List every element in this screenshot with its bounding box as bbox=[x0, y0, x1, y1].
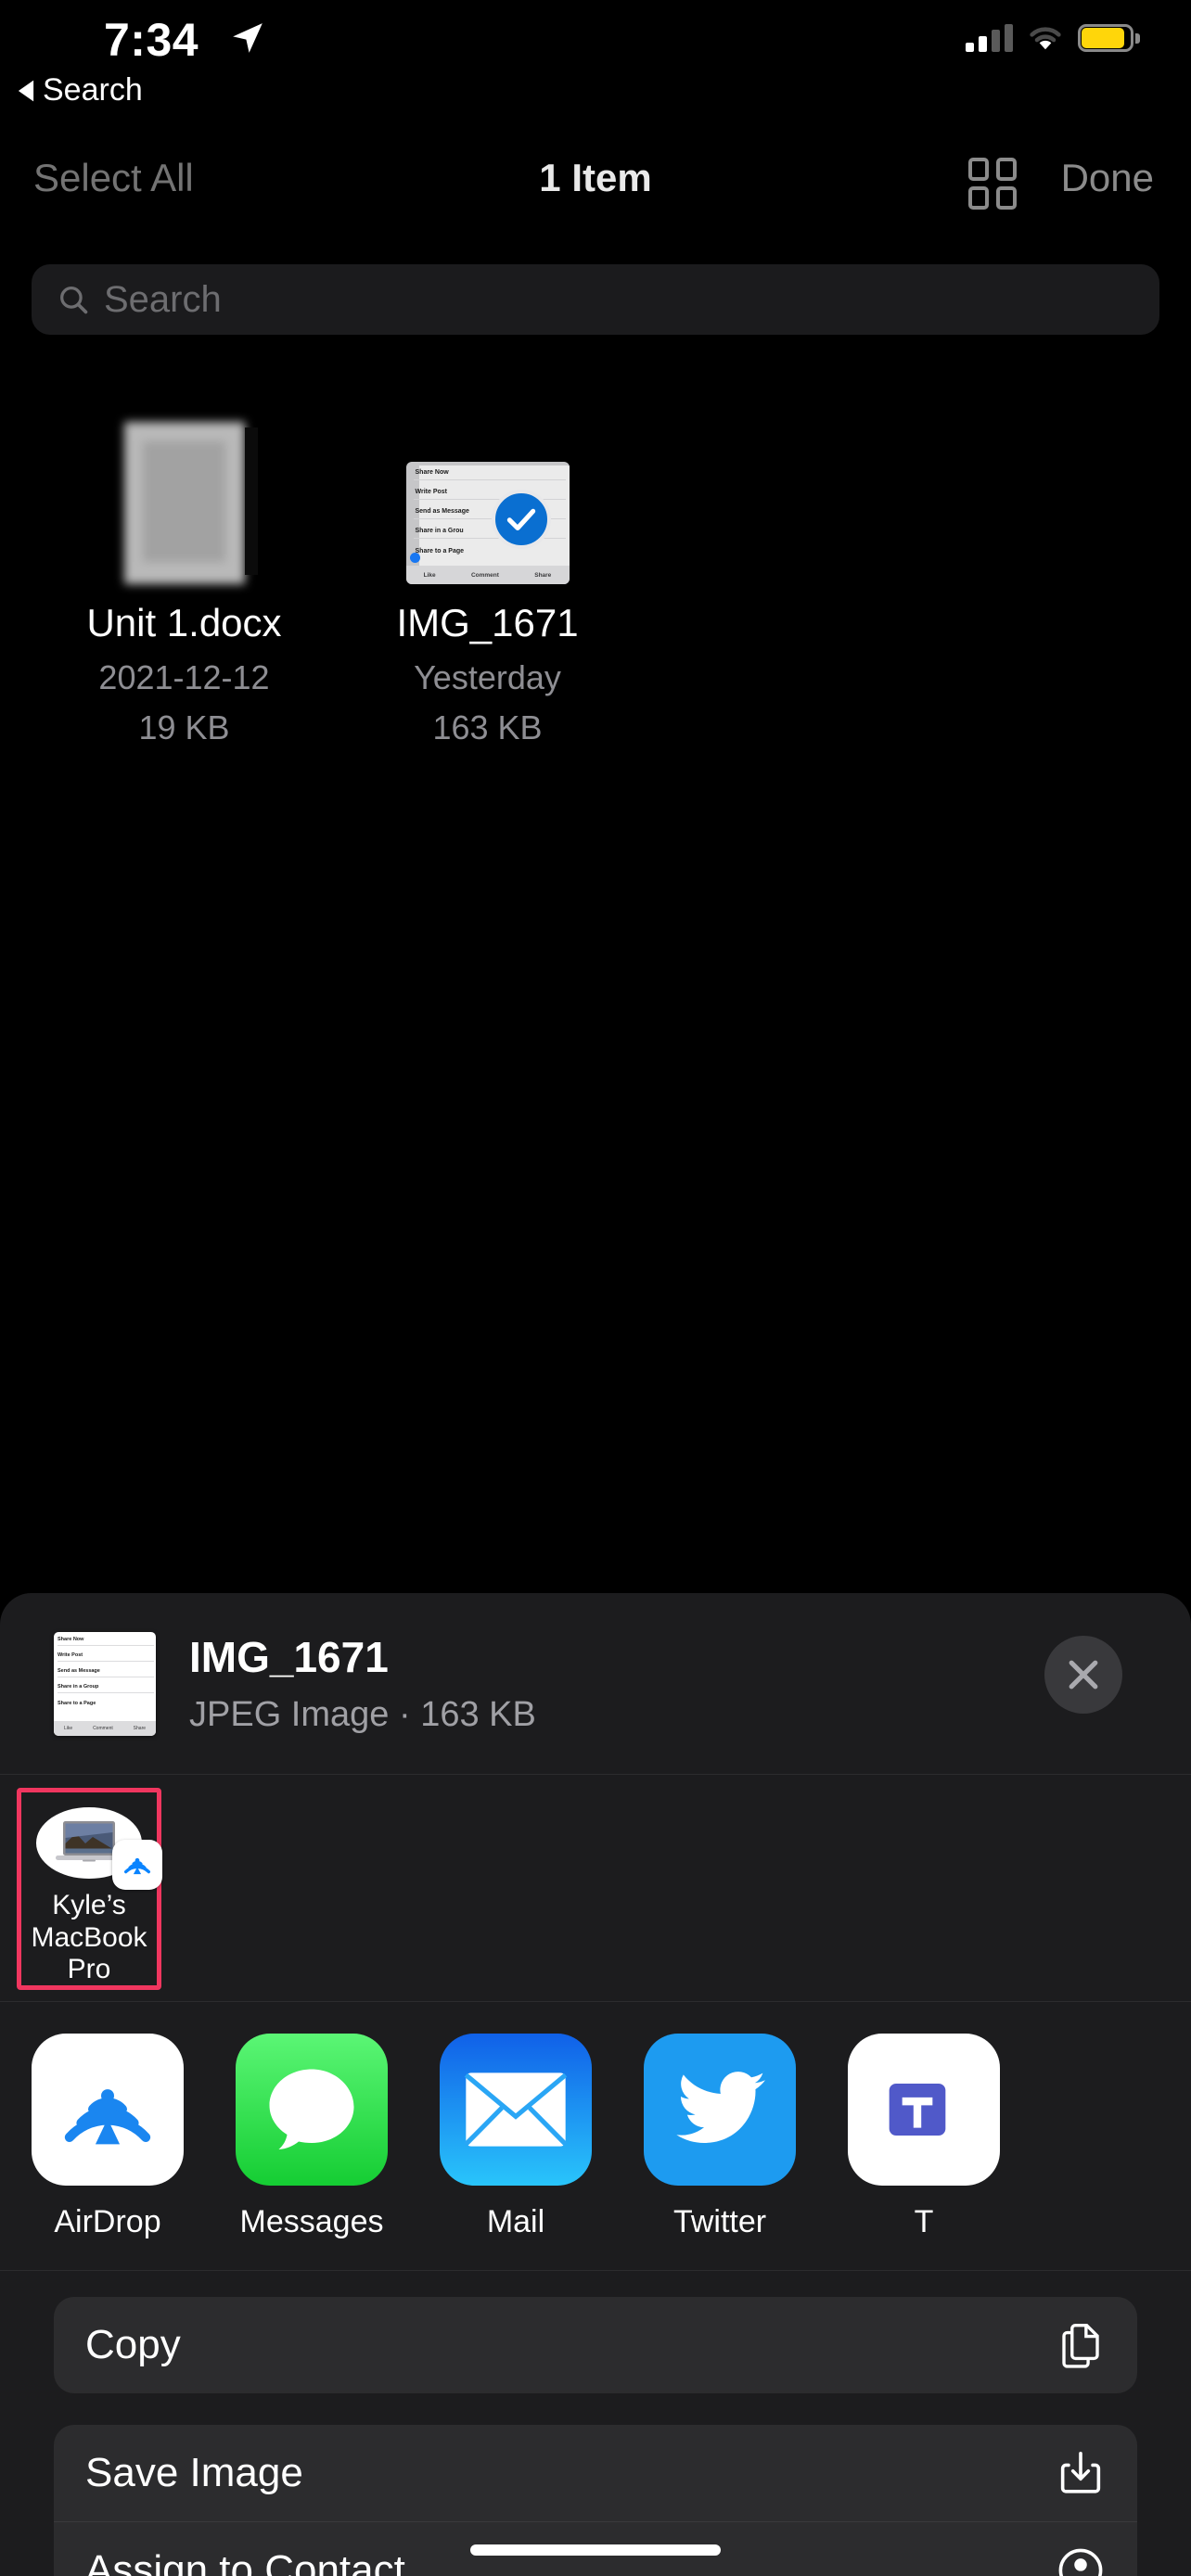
checkmark-icon bbox=[491, 490, 551, 549]
facebook-dot-icon bbox=[409, 553, 420, 563]
app-label: Twitter bbox=[672, 2204, 767, 2239]
status-time: 7:34 bbox=[104, 14, 199, 66]
navigation-bar: Select All 1 Item Done bbox=[0, 156, 1191, 237]
share-preview-thumbnail: Share Now Write Post Send as Message Sha… bbox=[54, 1632, 156, 1736]
file-date: Yesterday bbox=[414, 658, 561, 696]
back-to-search-link[interactable]: Search bbox=[17, 72, 143, 108]
preview-menu-item: Share to a Page bbox=[58, 1700, 96, 1706]
file-name: Unit 1.docx bbox=[86, 601, 282, 644]
thumb-menu-item: Share Now bbox=[415, 469, 449, 476]
share-action-list: Copy Save Image Assign to Contact bbox=[0, 2297, 1191, 2576]
close-icon bbox=[1069, 1660, 1098, 1690]
file-item-docx[interactable]: Unit 1.docx 2021-12-12 19 KB bbox=[74, 399, 294, 747]
preview-menu-item: Write Post bbox=[58, 1652, 83, 1658]
action-label: Assign to Contact bbox=[85, 2546, 405, 2576]
thumb-bar-comment: Comment bbox=[470, 571, 499, 579]
action-label: Copy bbox=[85, 2322, 181, 2367]
search-input[interactable] bbox=[104, 278, 1159, 321]
copy-icon bbox=[1062, 2323, 1099, 2368]
contact-icon bbox=[1058, 2548, 1103, 2576]
teams-icon bbox=[889, 2084, 946, 2136]
thumb-bar-like: Like bbox=[423, 571, 436, 579]
thumb-bar-share: Share bbox=[534, 571, 552, 579]
search-field[interactable] bbox=[32, 264, 1159, 335]
share-app-mail[interactable]: Mail bbox=[440, 2034, 592, 2270]
thumb-menu-item: Share to a Page bbox=[415, 547, 465, 555]
wifi-icon bbox=[1030, 27, 1061, 50]
app-icon-tile bbox=[32, 2034, 184, 2186]
app-label: Messages bbox=[239, 2204, 384, 2239]
thumb-menu-item: Write Post bbox=[415, 489, 448, 495]
file-size: 19 KB bbox=[138, 708, 230, 746]
file-thumbnail bbox=[74, 399, 294, 584]
twitter-icon bbox=[676, 2072, 765, 2143]
cellular-signal-icon bbox=[966, 24, 1013, 52]
status-indicators bbox=[966, 24, 1140, 52]
done-button[interactable]: Done bbox=[1061, 156, 1154, 200]
avatar bbox=[36, 1807, 162, 1891]
document-page-icon bbox=[123, 422, 258, 584]
preview-menu-item: Send as Message bbox=[58, 1668, 100, 1674]
file-grid: Unit 1.docx 2021-12-12 19 KB Share Now W… bbox=[0, 399, 1191, 747]
location-arrow-icon bbox=[233, 23, 263, 53]
app-icon-tile bbox=[440, 2034, 592, 2186]
messages-icon bbox=[269, 2069, 354, 2149]
airdrop-device-label: Kyle’s MacBook Pro bbox=[19, 1890, 160, 1985]
file-date: 2021-12-12 bbox=[98, 658, 270, 696]
app-icon-tile bbox=[236, 2034, 388, 2186]
thumb-menu-item: Send as Message bbox=[415, 508, 469, 515]
status-bar: 7:34 bbox=[0, 0, 1191, 97]
share-subtitle: JPEG Image · 163 KB bbox=[189, 1695, 536, 1734]
app-label: T bbox=[914, 2204, 934, 2239]
file-thumbnail: Share Now Write Post Send as Message Sha… bbox=[378, 399, 597, 584]
device-label-line2: MacBook Pro bbox=[31, 1921, 147, 1984]
thumb-bottom-bar: Like Comment Share bbox=[405, 566, 570, 584]
preview-bar-share: Share bbox=[133, 1726, 147, 1731]
home-indicator bbox=[470, 2544, 721, 2556]
share-app-airdrop[interactable]: AirDrop bbox=[32, 2034, 184, 2270]
thumb-menu-item: Share in a Grou bbox=[415, 528, 464, 534]
action-row-save-image[interactable]: Save Image bbox=[54, 2425, 1137, 2521]
airdrop-icon bbox=[112, 1840, 162, 1891]
share-sheet-header: Share Now Write Post Send as Message Sha… bbox=[0, 1593, 1191, 1775]
app-label: Mail bbox=[486, 2204, 545, 2239]
airdrop-device-row: Kyle’s MacBook Pro bbox=[0, 1775, 1191, 2002]
preview-bar-comment: Comment bbox=[93, 1726, 113, 1731]
preview-menu-item: Share Now bbox=[58, 1637, 84, 1642]
share-app-teams[interactable]: T bbox=[848, 2034, 1000, 2270]
share-app-twitter[interactable]: Twitter bbox=[644, 2034, 796, 2270]
save-icon bbox=[1060, 2452, 1101, 2493]
search-icon bbox=[60, 287, 88, 314]
app-icon-tile bbox=[644, 2034, 796, 2186]
share-sheet: Share Now Write Post Send as Message Sha… bbox=[0, 1593, 1191, 2576]
action-label: Save Image bbox=[85, 2450, 303, 2495]
preview-bar-like: Like bbox=[63, 1726, 73, 1731]
share-app-row: AirDrop Messages Mail Twitter T bbox=[0, 2002, 1191, 2271]
grid-view-icon[interactable] bbox=[968, 158, 1020, 210]
app-label: AirDrop bbox=[54, 2204, 161, 2239]
app-icon-tile bbox=[848, 2034, 1000, 2186]
close-button[interactable] bbox=[1044, 1636, 1122, 1714]
share-app-messages[interactable]: Messages bbox=[236, 2034, 388, 2270]
device-label-line1: Kyle’s bbox=[52, 1890, 126, 1921]
file-name: IMG_1671 bbox=[396, 601, 579, 644]
preview-bottom-bar: Like Comment Share bbox=[54, 1721, 156, 1736]
back-chevron-icon bbox=[18, 80, 34, 101]
action-row-copy[interactable]: Copy bbox=[54, 2297, 1137, 2393]
share-title: IMG_1671 bbox=[189, 1633, 389, 1681]
action-group: Copy bbox=[54, 2297, 1137, 2393]
screenshot-thumbnail: Share Now Write Post Send as Message Sha… bbox=[405, 462, 570, 584]
mail-icon bbox=[464, 2072, 568, 2147]
battery-icon bbox=[1078, 24, 1140, 52]
preview-menu-item: Share in a Group bbox=[58, 1684, 99, 1690]
file-size: 163 KB bbox=[432, 708, 543, 746]
back-link-label: Search bbox=[43, 72, 143, 108]
airdrop-device-kyles-macbook-pro[interactable]: Kyle’s MacBook Pro bbox=[17, 1788, 162, 1990]
airdrop-icon bbox=[64, 2089, 151, 2145]
file-item-image[interactable]: Share Now Write Post Send as Message Sha… bbox=[378, 399, 597, 747]
